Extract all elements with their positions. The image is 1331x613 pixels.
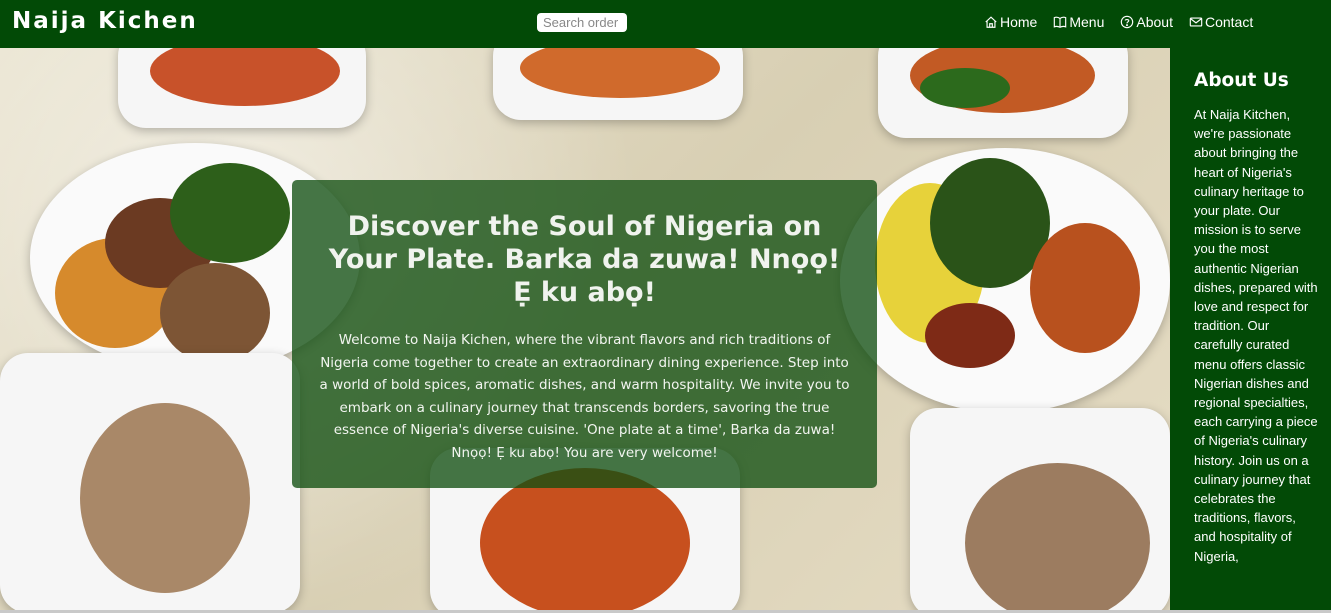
nav-home-label: Home: [1000, 14, 1038, 30]
sidebar-title: About Us: [1194, 70, 1289, 91]
nav-contact-label: Contact: [1204, 14, 1254, 30]
nav-menu-label: Menu: [1069, 14, 1105, 30]
sidebar-text: At Naija Kitchen, we're passionate about…: [1194, 107, 1318, 564]
book-icon: [1054, 16, 1067, 28]
envelope-icon: [1189, 17, 1203, 27]
brand-logo-text[interactable]: Naija Kichen: [12, 8, 198, 34]
nav-links: Home Menu About Contact: [984, 14, 1269, 30]
home-icon: [985, 16, 997, 28]
hero-card: Discover the Soul of Nigeria on Your Pla…: [292, 180, 877, 488]
hero-text: Welcome to Naija Kichen, where the vibra…: [319, 332, 850, 461]
navbar: Naija Kichen Home Menu About Contact: [0, 0, 1331, 48]
hero-section: Discover the Soul of Nigeria on Your Pla…: [0, 48, 1170, 610]
nav-home-link[interactable]: Home: [984, 14, 1037, 30]
search-input[interactable]: [537, 13, 627, 32]
question-circle-icon: [1121, 15, 1134, 29]
about-sidebar: About Us At Naija Kitchen, we're passion…: [1170, 48, 1331, 610]
nav-menu-link[interactable]: Menu: [1053, 14, 1104, 30]
hero-title: Discover the Soul of Nigeria on Your Pla…: [328, 211, 841, 308]
nav-about-link[interactable]: About: [1120, 14, 1173, 30]
nav-about-label: About: [1136, 14, 1173, 30]
nav-contact-link[interactable]: Contact: [1189, 14, 1253, 30]
